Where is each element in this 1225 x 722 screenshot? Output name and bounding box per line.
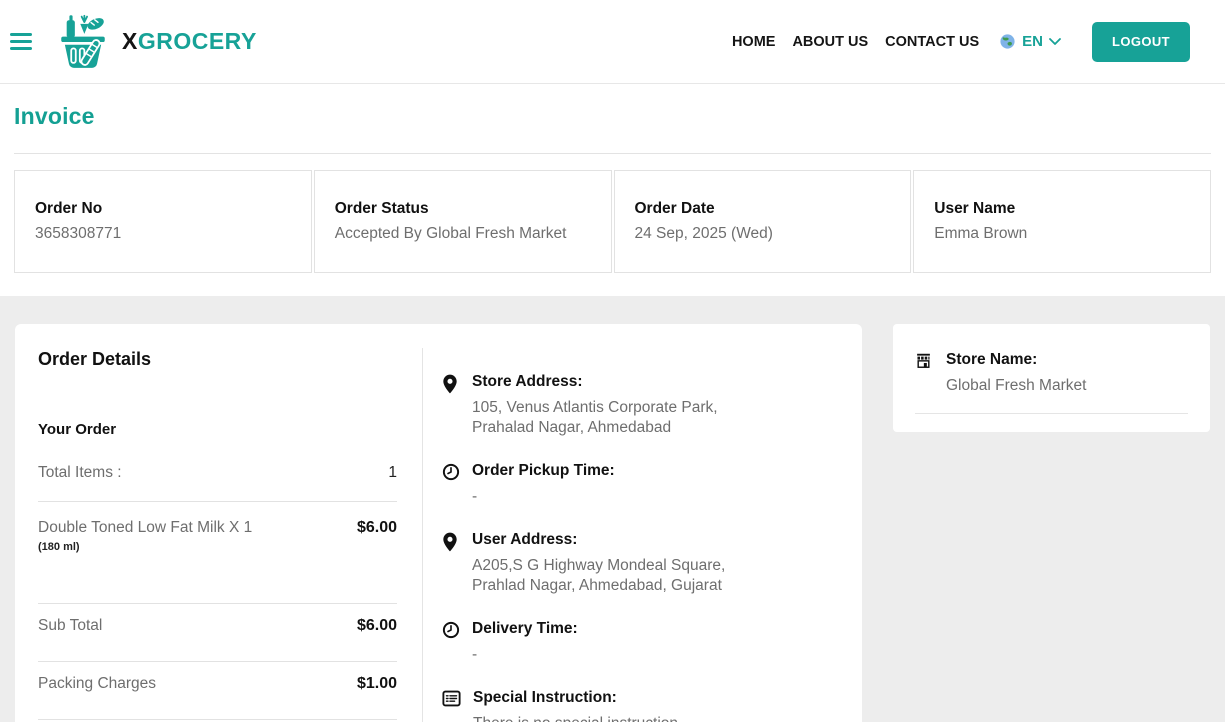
store-address-lines: 105, Venus Atlantis Corporate Park, Prah… (472, 398, 718, 438)
user-address-label: User Address: (472, 531, 725, 549)
clock-icon (442, 462, 460, 507)
user-address-lines: A205,S G Highway Mondeal Square, Prahlad… (472, 556, 725, 596)
delivery-time-block: Delivery Time: - (442, 620, 843, 665)
order-details-title: Order Details (38, 349, 397, 370)
delivery-info-column: Store Address: 105, Venus Atlantis Corpo… (423, 324, 843, 722)
store-address-line: 105, Venus Atlantis Corporate Park, (472, 398, 718, 418)
brand-name: XGROCERY (122, 28, 257, 55)
packing-charges-row: Packing Charges $1.00 (38, 662, 397, 719)
brand-name-rest: GROCERY (138, 28, 257, 54)
order-pickup-time-label: Order Pickup Time: (472, 462, 615, 480)
store-card-divider (915, 413, 1188, 414)
order-details-card: Order Details Your Order Total Items : 1… (15, 324, 862, 722)
hamburger-menu-icon[interactable] (10, 33, 32, 50)
delivery-time-content: Delivery Time: - (472, 620, 578, 665)
packing-charges-value: $1.00 (357, 675, 397, 693)
language-switcher[interactable]: EN (999, 33, 1061, 50)
order-date-value: 24 Sep, 2025 (Wed) (635, 225, 891, 243)
your-order-label: Your Order (38, 421, 397, 438)
nav-link-home[interactable]: HOME (732, 34, 776, 50)
location-pin-icon (442, 373, 460, 438)
special-instruction-block: Special Instruction: There is no special… (442, 689, 843, 722)
nav-link-contact-us[interactable]: CONTACT US (885, 34, 979, 50)
order-no-card: Order No 3658308771 (14, 170, 312, 273)
user-address-block: User Address: A205,S G Highway Mondeal S… (442, 531, 843, 596)
order-no-value: 3658308771 (35, 225, 291, 243)
total-items-value: 1 (388, 464, 397, 482)
user-name-card: User Name Emma Brown (913, 170, 1211, 273)
instruction-icon (442, 689, 461, 722)
store-address-label: Store Address: (472, 373, 718, 391)
order-summary-row: Order No 3658308771 Order Status Accepte… (14, 170, 1211, 273)
total-items-label: Total Items : (38, 464, 122, 482)
store-address-block: Store Address: 105, Venus Atlantis Corpo… (442, 373, 843, 438)
user-address-line: A205,S G Highway Mondeal Square, (472, 556, 725, 576)
clock-icon (442, 620, 460, 665)
user-address-content: User Address: A205,S G Highway Mondeal S… (472, 531, 725, 596)
storefront-icon (915, 351, 933, 396)
packing-charges-label: Packing Charges (38, 675, 156, 693)
store-name-card: Store Name: Global Fresh Market (893, 324, 1210, 432)
brand-name-prefix: X (122, 28, 138, 54)
header-divider (14, 153, 1211, 154)
invoice-header-section: Invoice Order No 3658308771 Order Status… (0, 84, 1225, 296)
order-date-label: Order Date (635, 200, 891, 218)
navbar-links: HOME ABOUT US CONTACT US EN LOGOUT (732, 22, 1190, 62)
user-name-label: User Name (934, 200, 1190, 218)
store-address-content: Store Address: 105, Venus Atlantis Corpo… (472, 373, 718, 438)
order-no-label: Order No (35, 200, 291, 218)
navbar-left: XGROCERY (10, 13, 257, 71)
logout-button[interactable]: LOGOUT (1092, 22, 1190, 62)
order-status-value: Accepted By Global Fresh Market (335, 225, 591, 243)
store-name-label: Store Name: (946, 351, 1086, 369)
subtotal-value: $6.00 (357, 617, 397, 635)
user-address-line: Prahlad Nagar, Ahmedabad, Gujarat (472, 576, 725, 596)
order-item-info: Double Toned Low Fat Milk X 1 (180 ml) (38, 519, 252, 553)
store-address-line: Prahalad Nagar, Ahmedabad (472, 418, 718, 438)
store-name-row: Store Name: Global Fresh Market (915, 351, 1188, 396)
nav-link-about-us[interactable]: ABOUT US (792, 34, 868, 50)
top-navbar: XGROCERY HOME ABOUT US CONTACT US EN LOG… (0, 0, 1225, 84)
order-item-variant: (180 ml) (38, 541, 252, 553)
order-item-row: Double Toned Low Fat Milk X 1 (180 ml) $… (38, 519, 397, 553)
order-pickup-time-content: Order Pickup Time: - (472, 462, 615, 507)
delivery-time-value: - (472, 645, 578, 665)
location-pin-icon (442, 531, 460, 596)
divider (38, 501, 397, 502)
order-pickup-time-block: Order Pickup Time: - (442, 462, 843, 507)
special-instruction-content: Special Instruction: There is no special… (473, 689, 678, 722)
subtotal-row: Sub Total $6.00 (38, 604, 397, 661)
order-item-name: Double Toned Low Fat Milk X 1 (38, 519, 252, 537)
store-name-content: Store Name: Global Fresh Market (946, 351, 1086, 396)
total-items-row: Total Items : 1 (38, 464, 397, 482)
language-code: EN (1022, 33, 1043, 50)
page-title: Invoice (14, 84, 1211, 130)
brand-logo[interactable]: XGROCERY (54, 13, 257, 71)
subtotal-label: Sub Total (38, 617, 102, 635)
special-instruction-label: Special Instruction: (473, 689, 678, 707)
order-status-card: Order Status Accepted By Global Fresh Ma… (314, 170, 612, 273)
order-pickup-time-value: - (472, 487, 615, 507)
order-status-label: Order Status (335, 200, 591, 218)
order-item-price: $6.00 (357, 519, 397, 537)
user-name-value: Emma Brown (934, 225, 1190, 243)
grocery-basket-icon (54, 13, 112, 71)
order-items-column: Order Details Your Order Total Items : 1… (38, 324, 397, 722)
globe-icon (999, 33, 1016, 50)
store-name-value: Global Fresh Market (946, 376, 1086, 396)
special-instruction-value: There is no special instruction (473, 714, 678, 722)
delivery-time-label: Delivery Time: (472, 620, 578, 638)
chevron-down-icon (1049, 38, 1061, 46)
main-content: Order Details Your Order Total Items : 1… (0, 296, 1225, 722)
order-date-card: Order Date 24 Sep, 2025 (Wed) (614, 170, 912, 273)
